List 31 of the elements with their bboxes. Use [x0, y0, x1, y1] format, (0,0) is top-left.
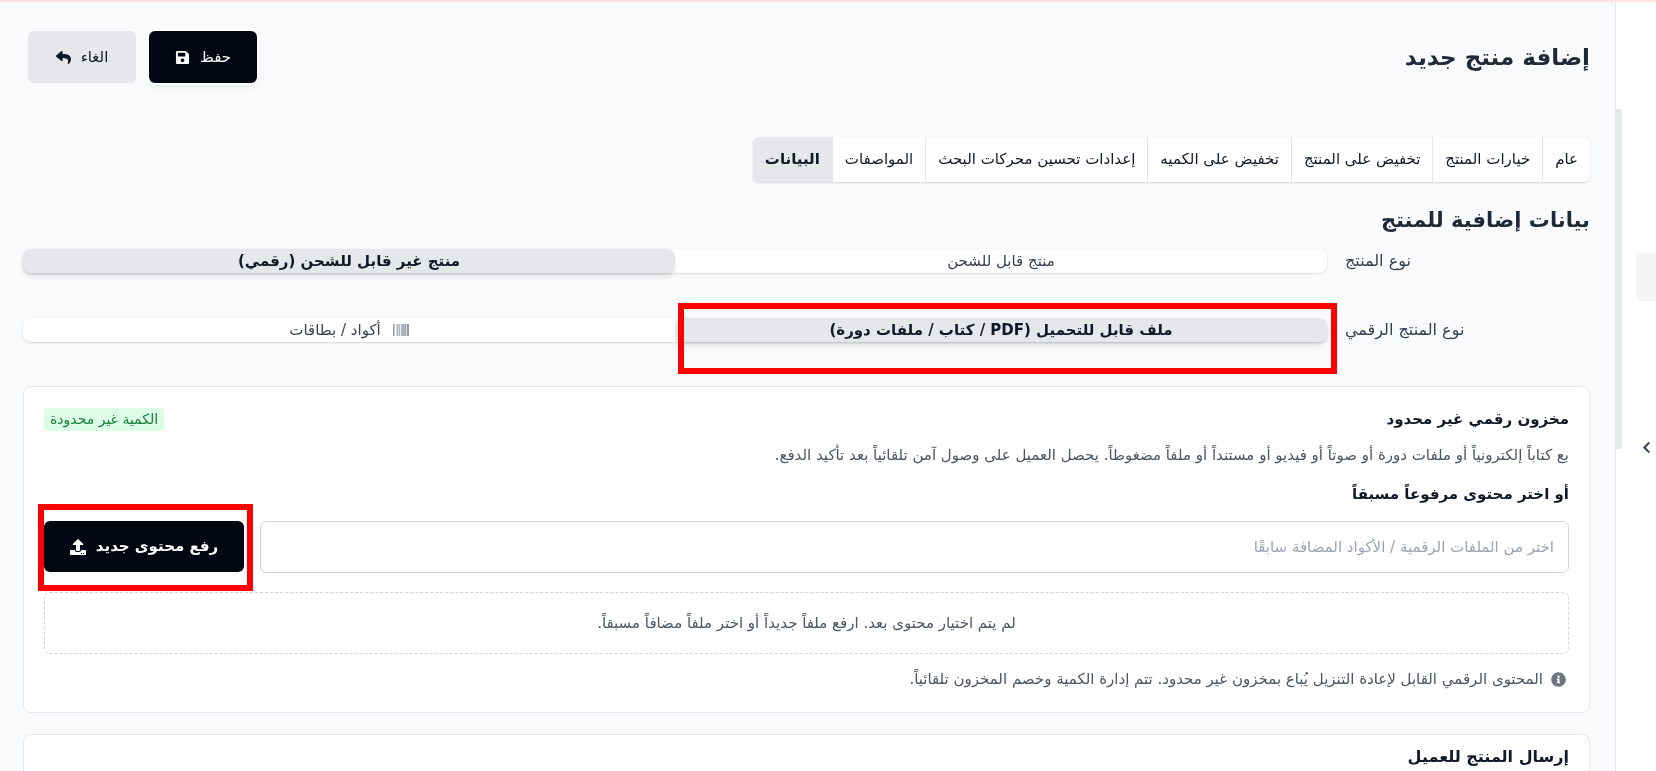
option-button[interactable]: منتج غير قابل للشحن (رقمي): [23, 249, 675, 273]
tab[interactable]: البيانات: [752, 137, 832, 182]
option-button[interactable]: ملف قابل للتحميل (PDF / كتاب / ملفات دورة): [675, 318, 1327, 342]
card-description: بع كتاباً إلكترونياً أو ملفات دورة أو صوتاً أو فيديو أو مستنداً أو ملفاً مضغوطاً. يحصل العميل على وصول آمن تلقائياً بعد تأكيد الدفع.: [773, 444, 1569, 466]
field-label: أو اختر محتوى مرفوعاً مسبقاً: [1351, 483, 1569, 505]
curved-arrow-icon: [55, 49, 71, 65]
info-icon: [1551, 671, 1566, 687]
barcode-icon: [392, 322, 409, 338]
content-picker-field[interactable]: اختر من الملفات الرقمية / الأكواد المضافة سابقًا: [260, 521, 1569, 573]
tab[interactable]: خيارات المنتج: [1432, 137, 1543, 182]
option-button[interactable]: أكواد / بطاقات: [23, 318, 675, 342]
field-label: نوع المنتج: [1345, 250, 1411, 273]
save-button[interactable]: حفظ: [149, 31, 257, 83]
tab[interactable]: عام: [1542, 137, 1590, 182]
card-title: إرسال المنتج للعميل: [1407, 747, 1569, 766]
section-heading: بيانات إضافية للمنتج: [1379, 207, 1590, 234]
empty-state-notice: لم يتم اختيار محتوى بعد. ارفع ملفاً جديداً أو اختر ملفاً مضافاً مسبقاً.: [44, 592, 1569, 654]
card-title: مخزون رقمي غير محدود: [1386, 409, 1569, 431]
tab[interactable]: تخفيض على المنتج: [1290, 137, 1433, 182]
field-label: نوع المنتج الرقمي: [1345, 319, 1465, 342]
tab[interactable]: إعدادات تحسين محركات البحث: [925, 137, 1148, 182]
page-title: إضافة منتج جديد: [1404, 42, 1590, 73]
upload-button[interactable]: رفع محتوى جديد: [44, 521, 244, 572]
upload-icon: [69, 538, 86, 555]
option-button[interactable]: منتج قابل للشحن: [675, 249, 1327, 273]
cancel-button[interactable]: الغاء: [28, 31, 136, 83]
info-note: المحتوى الرقمي القابل لإعادة التنزيل يُباع بمخزون غير محدود. تتم إدارة الكمية وخصم المخزون تلقائياً.: [909, 668, 1543, 691]
scrollbar-thumb[interactable]: [1616, 109, 1622, 449]
status-badge: الكمية غير محدودة: [44, 408, 165, 431]
chevron-left-icon[interactable]: [1640, 441, 1653, 454]
tab[interactable]: تخفيض على الكميه: [1147, 137, 1291, 182]
